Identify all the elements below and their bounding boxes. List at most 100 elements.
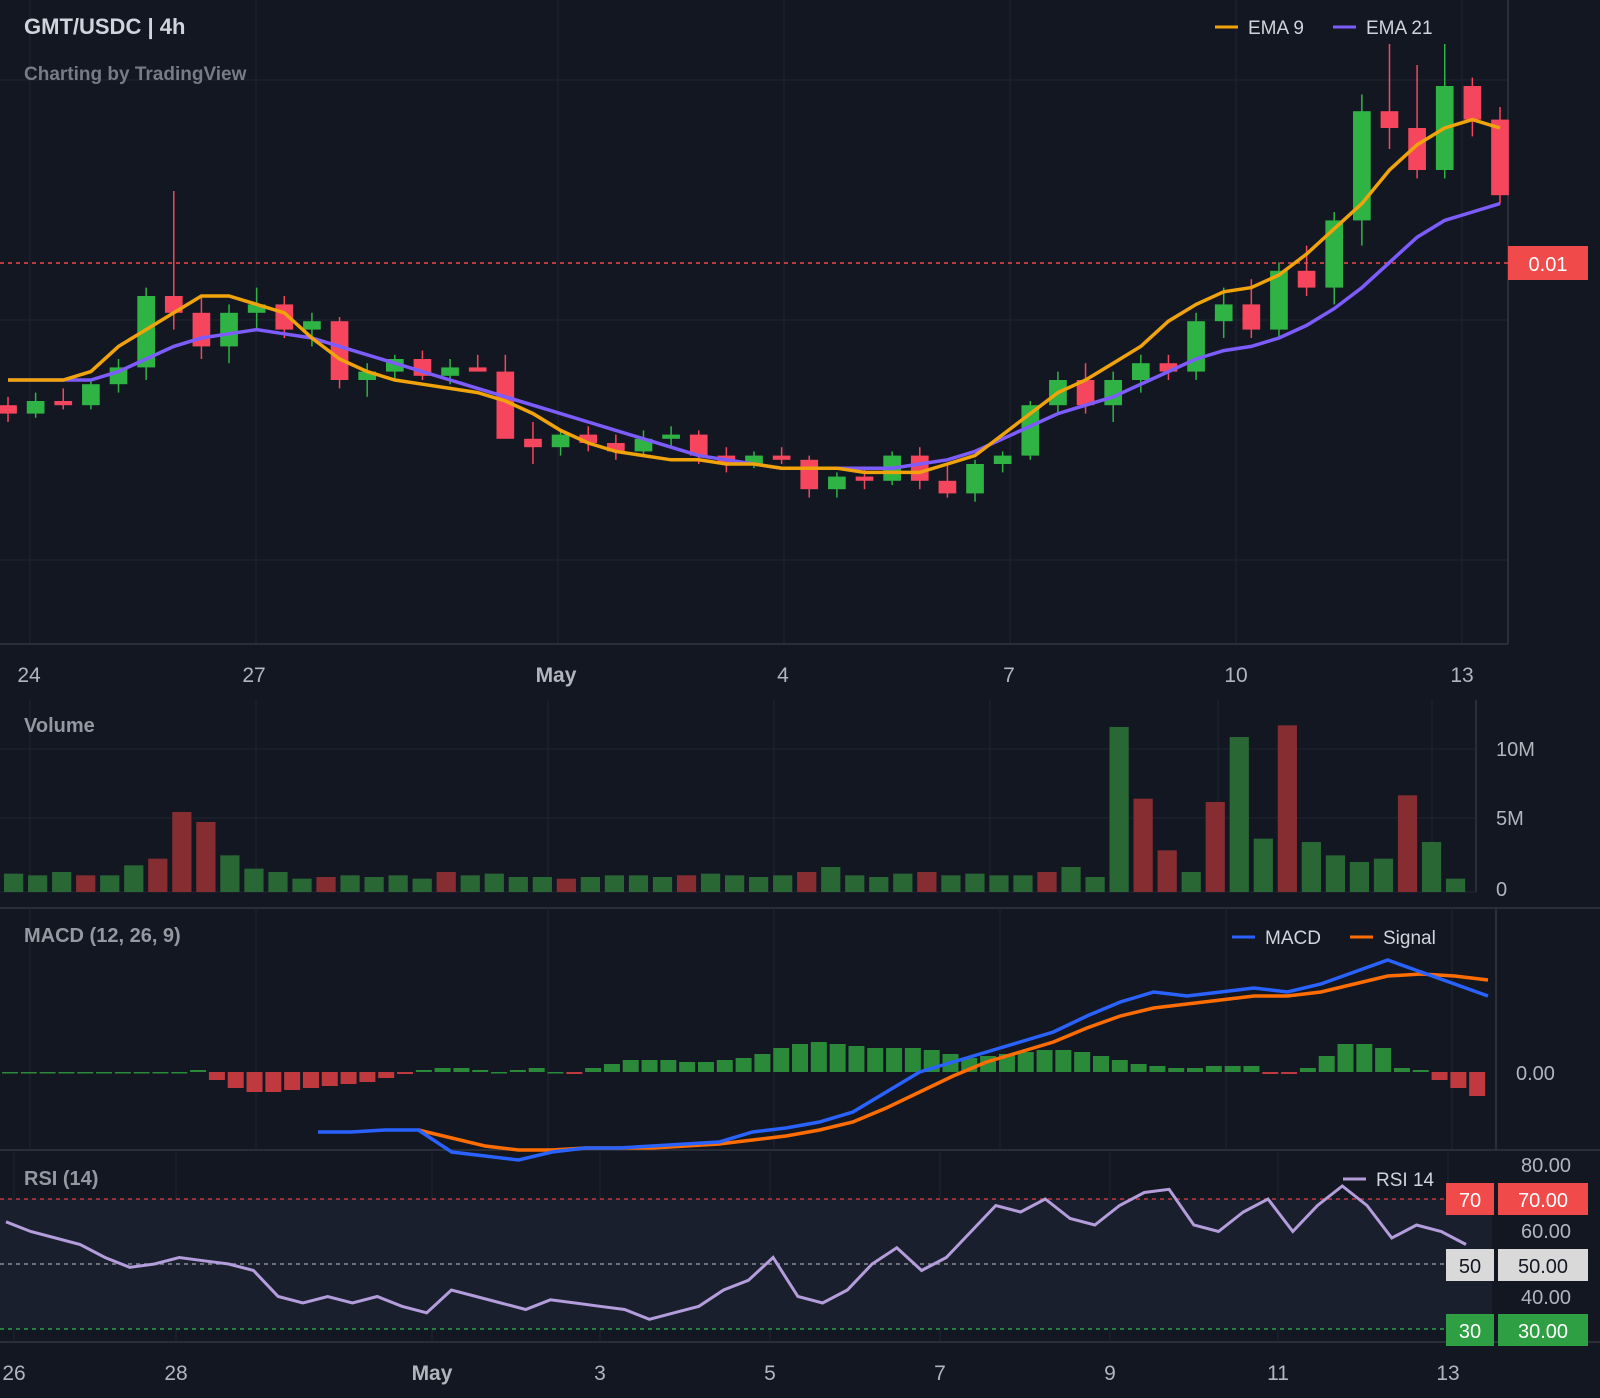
macd-histogram-bar [1149,1066,1166,1072]
volume-bar [724,875,745,892]
volume-bar [52,872,72,892]
bottom-x-tick: 7 [934,1362,946,1385]
macd-histogram-bar [1074,1052,1091,1072]
volume-bar [845,875,865,892]
symbol-title: GMT/USDC | 4h [24,14,185,39]
price-x-tick: 24 [17,664,41,687]
volume-bar [124,865,144,892]
macd-y-tick: 0.00 [1516,1063,1555,1085]
rsi-y-tick: 60.00 [1521,1221,1571,1243]
macd-title: MACD (12, 26, 9) [24,925,181,947]
macd-histogram-bar [227,1072,244,1088]
bottom-x-tick: 11 [1267,1362,1289,1385]
macd-histogram-bar [1375,1048,1392,1072]
macd-histogram-bar [1299,1068,1316,1072]
bottom-x-tick: 9 [1104,1362,1116,1385]
price-candle [1187,321,1205,372]
volume-bar [364,877,384,892]
macd-histogram-bar [58,1072,75,1074]
volume-y-tick: 5M [1496,808,1524,830]
macd-histogram-bar [1243,1066,1260,1072]
macd-histogram-bar [1262,1072,1279,1074]
rsi-y-tick: 80.00 [1521,1155,1571,1177]
macd-histogram-bar [321,1072,338,1086]
macd-histogram-bar [77,1072,94,1074]
macd-histogram-bar [1450,1072,1467,1088]
volume-bar [76,875,96,892]
price-x-tick: 10 [1224,664,1247,687]
macd-histogram-bar [1337,1044,1354,1072]
macd-histogram-bar [509,1070,526,1072]
macd-histogram-bar [904,1048,921,1072]
volume-bar [220,855,240,892]
macd-histogram-bar [1205,1066,1222,1072]
macd-histogram-bar [679,1062,696,1072]
macd-histogram-bar [378,1072,395,1078]
volume-bar [1445,878,1466,892]
macd-histogram-bar [397,1072,414,1074]
volume-bar [1229,737,1249,892]
volume-y-tick: 0 [1496,879,1507,901]
macd-histogram-bar [1318,1056,1335,1072]
price-candle [26,401,45,414]
price-candle [772,455,791,460]
macd-histogram-bar [453,1068,470,1072]
volume-bar [460,875,480,892]
macd-histogram-bar [20,1072,37,1074]
macd-histogram-bar [171,1072,188,1074]
volume-bar [436,872,456,892]
volume-bar [1205,802,1225,892]
bottom-x-tick: 3 [594,1362,606,1385]
volume-bar [989,875,1009,892]
price-candle [524,438,542,448]
volume-bar [172,812,192,892]
volume-bar [148,858,168,892]
volume-bar [604,875,625,892]
macd-histogram-bar [1393,1068,1410,1072]
volume-bar [965,873,985,892]
bottom-x-tick: 26 [2,1362,25,1385]
volume-bar [388,875,408,892]
macd-histogram-bar [302,1072,319,1088]
macd-histogram-bar [1187,1068,1204,1072]
price-candle [1131,363,1150,380]
rsi-y-tick: 70.00 [1518,1190,1568,1212]
macd-histogram-bar [716,1060,733,1072]
macd-histogram-bar [1036,1050,1053,1072]
volume-bar [893,873,913,892]
price-x-tick: 27 [242,664,265,687]
volume-bar [1037,872,1057,892]
rsi-y-tick: 40.00 [1521,1287,1571,1309]
price-candle [0,405,17,414]
price-candle [993,455,1012,464]
price-candle [800,459,819,490]
macd-histogram-bar [792,1044,809,1072]
trading-chart[interactable]: GMT/USDC | 4h Charting by TradingView EM… [0,0,1600,1398]
macd-histogram-bar [491,1072,508,1074]
volume-bar [1085,877,1105,892]
volume-bar [484,873,504,892]
volume-bar [1397,795,1418,892]
price-candle [855,476,874,481]
rsi-y-tick: 30.00 [1518,1321,1568,1343]
macd-histogram-bar [415,1070,432,1072]
macd-legend-label: MACD [1265,928,1321,949]
price-candle [966,464,984,494]
rsi-legend-label: RSI 14 [1376,1170,1435,1191]
volume-bar [797,872,817,892]
macd-histogram-bar [641,1060,658,1072]
macd-histogram-bar [1412,1070,1429,1072]
macd-histogram-bar [1055,1050,1072,1072]
macd-histogram-bar [434,1068,451,1072]
volume-bar [1013,875,1033,892]
volume-bar [1421,842,1442,892]
volume-bar [1277,725,1297,892]
volume-bar [508,877,528,892]
volume-bar [869,877,889,892]
volume-bar [1157,850,1177,892]
volume-bar [773,875,793,892]
price-candle [54,401,73,406]
macd-histogram-bar [1092,1056,1109,1072]
ema21-legend-label: EMA 21 [1366,18,1433,39]
price-candle [1380,111,1399,128]
